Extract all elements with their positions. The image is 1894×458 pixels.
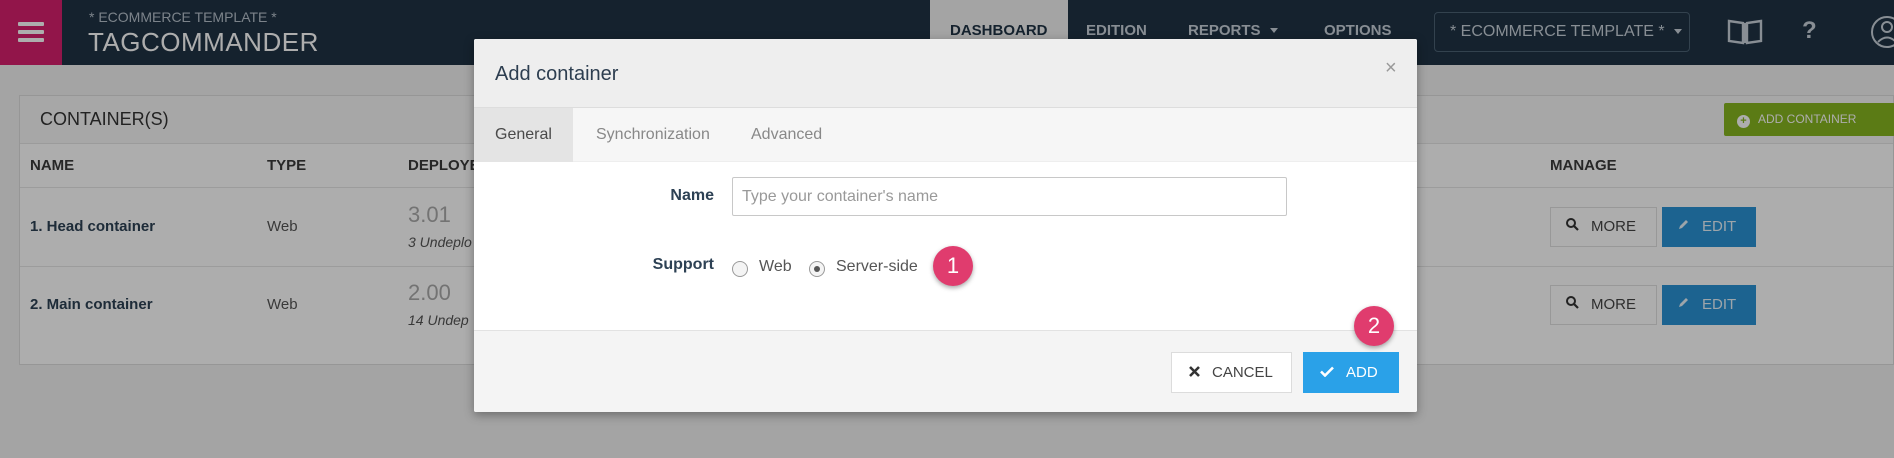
tab-general[interactable]: General — [474, 108, 573, 162]
support-label: Support — [652, 256, 714, 273]
modal-title: Add container — [495, 63, 619, 85]
close-icon — [1189, 353, 1200, 392]
cancel-button[interactable]: CANCEL — [1171, 352, 1292, 393]
close-icon[interactable]: × — [1385, 57, 1397, 80]
cancel-label: CANCEL — [1212, 364, 1273, 381]
modal-tabs: General Synchronization Advanced — [474, 108, 1417, 162]
radio-server-side-label[interactable]: Server-side — [836, 258, 918, 276]
checkmark-icon — [1320, 352, 1334, 393]
tab-synchronization[interactable]: Synchronization — [575, 108, 731, 162]
step-badge-2: 2 — [1354, 306, 1394, 346]
radio-web[interactable] — [732, 261, 748, 277]
add-button[interactable]: ADD — [1303, 352, 1399, 393]
add-label: ADD — [1346, 364, 1378, 381]
radio-web-label[interactable]: Web — [759, 258, 792, 276]
radio-server-side[interactable] — [809, 261, 825, 277]
modal-header: Add container × — [474, 39, 1417, 108]
name-label: Name — [670, 187, 714, 204]
tab-advanced[interactable]: Advanced — [730, 108, 843, 162]
container-name-input[interactable] — [732, 177, 1287, 216]
step-badge-1: 1 — [933, 246, 973, 286]
add-container-modal: Add container × General Synchronization … — [474, 39, 1417, 412]
